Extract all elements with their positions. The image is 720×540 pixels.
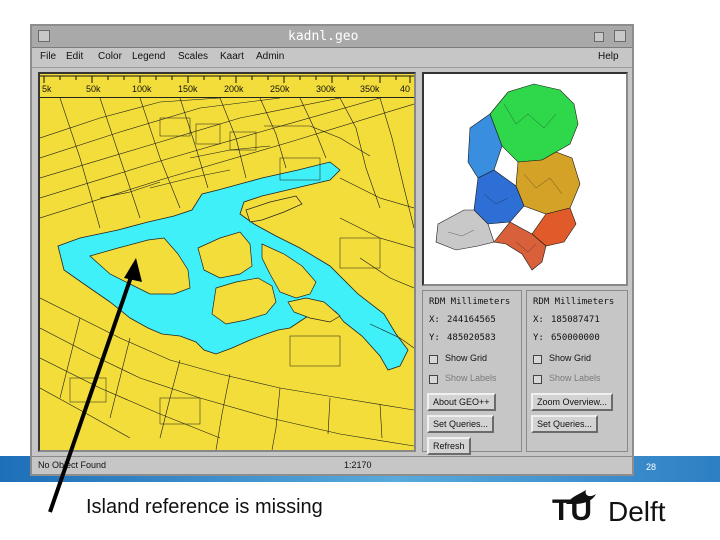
x-label: X: [533, 315, 544, 325]
x-label: X: [429, 315, 440, 325]
title-bar[interactable]: kadnl.geo [32, 26, 632, 48]
coordinates-panel-left: RDM Millimeters X: 244164565 Y: 48502058… [422, 290, 522, 455]
app-window: kadnl.geo File Edit Color Legend Scales … [30, 24, 634, 476]
panel-title: RDM Millimeters [429, 297, 511, 307]
maximize-icon[interactable] [614, 30, 626, 42]
status-message: No Object Found [38, 460, 107, 470]
show-labels-label: Show Labels [445, 373, 497, 383]
y-value: 485020583 [447, 333, 496, 343]
menu-help[interactable]: Help [598, 51, 619, 62]
show-labels-label: Show Labels [549, 373, 601, 383]
scale-label: 50k [86, 84, 101, 94]
scale-label: 300k [316, 84, 336, 94]
menu-file[interactable]: File [40, 51, 56, 62]
netherlands-map [435, 83, 581, 271]
show-labels-checkbox[interactable] [429, 375, 438, 384]
status-bar: No Object Found 1:2170 [32, 456, 632, 474]
region-east [515, 151, 581, 215]
minimize-icon[interactable] [594, 32, 604, 42]
scale-label: 40 [400, 84, 411, 94]
page-number: 28 [646, 462, 657, 472]
scale-ruler: 5k 50k 100k 150k 200k 250k 300k 350k 40 [40, 74, 414, 98]
overview-map[interactable] [422, 72, 628, 286]
parcel-map-canvas [40, 98, 414, 450]
scale-label: 350k [360, 84, 380, 94]
menu-edit[interactable]: Edit [66, 51, 83, 62]
show-grid-label: Show Grid [445, 353, 488, 363]
menu-admin[interactable]: Admin [256, 51, 284, 62]
refresh-button[interactable]: Refresh [427, 437, 471, 455]
window-menu-icon[interactable] [38, 30, 50, 42]
y-label: Y: [533, 333, 544, 343]
menu-color[interactable]: Color [98, 51, 122, 62]
menu-kaart[interactable]: Kaart [220, 51, 244, 62]
x-value: 185087471 [551, 315, 600, 325]
window-title: kadnl.geo [288, 29, 359, 44]
status-scale: 1:2170 [344, 460, 372, 470]
x-value: 244164565 [447, 315, 496, 325]
slide: 28 kadnl.geo File Edit Color Legend Scal… [0, 0, 720, 540]
parcel-map[interactable]: 5k 50k 100k 150k 200k 250k 300k 350k 40 [38, 72, 416, 452]
show-grid-checkbox[interactable] [429, 355, 438, 364]
set-queries-button[interactable]: Set Queries... [531, 415, 599, 433]
region-north [489, 83, 579, 163]
show-grid-label: Show Grid [549, 353, 592, 363]
scale-label: 150k [178, 84, 198, 94]
scale-label: 200k [224, 84, 244, 94]
y-label: Y: [429, 333, 440, 343]
menu-scales[interactable]: Scales [178, 51, 208, 62]
scale-label: 5k [42, 84, 52, 94]
scale-label: 250k [270, 84, 290, 94]
y-value: 650000000 [551, 333, 600, 343]
tu-delft-logo: TU Delft [548, 486, 708, 532]
coordinates-panel-right: RDM Millimeters X: 185087471 Y: 65000000… [526, 290, 628, 452]
show-labels-checkbox[interactable] [533, 375, 542, 384]
zoom-overview-button[interactable]: Zoom Overview... [531, 393, 614, 411]
set-queries-button[interactable]: Set Queries... [427, 415, 495, 433]
about-button[interactable]: About GEO++ [427, 393, 496, 411]
show-grid-checkbox[interactable] [533, 355, 542, 364]
scale-label: 100k [132, 84, 152, 94]
panel-title: RDM Millimeters [533, 297, 615, 307]
menu-bar: File Edit Color Legend Scales Kaart Admi… [32, 48, 632, 68]
slide-caption: Island reference is missing [86, 496, 323, 518]
menu-legend[interactable]: Legend [132, 51, 165, 62]
